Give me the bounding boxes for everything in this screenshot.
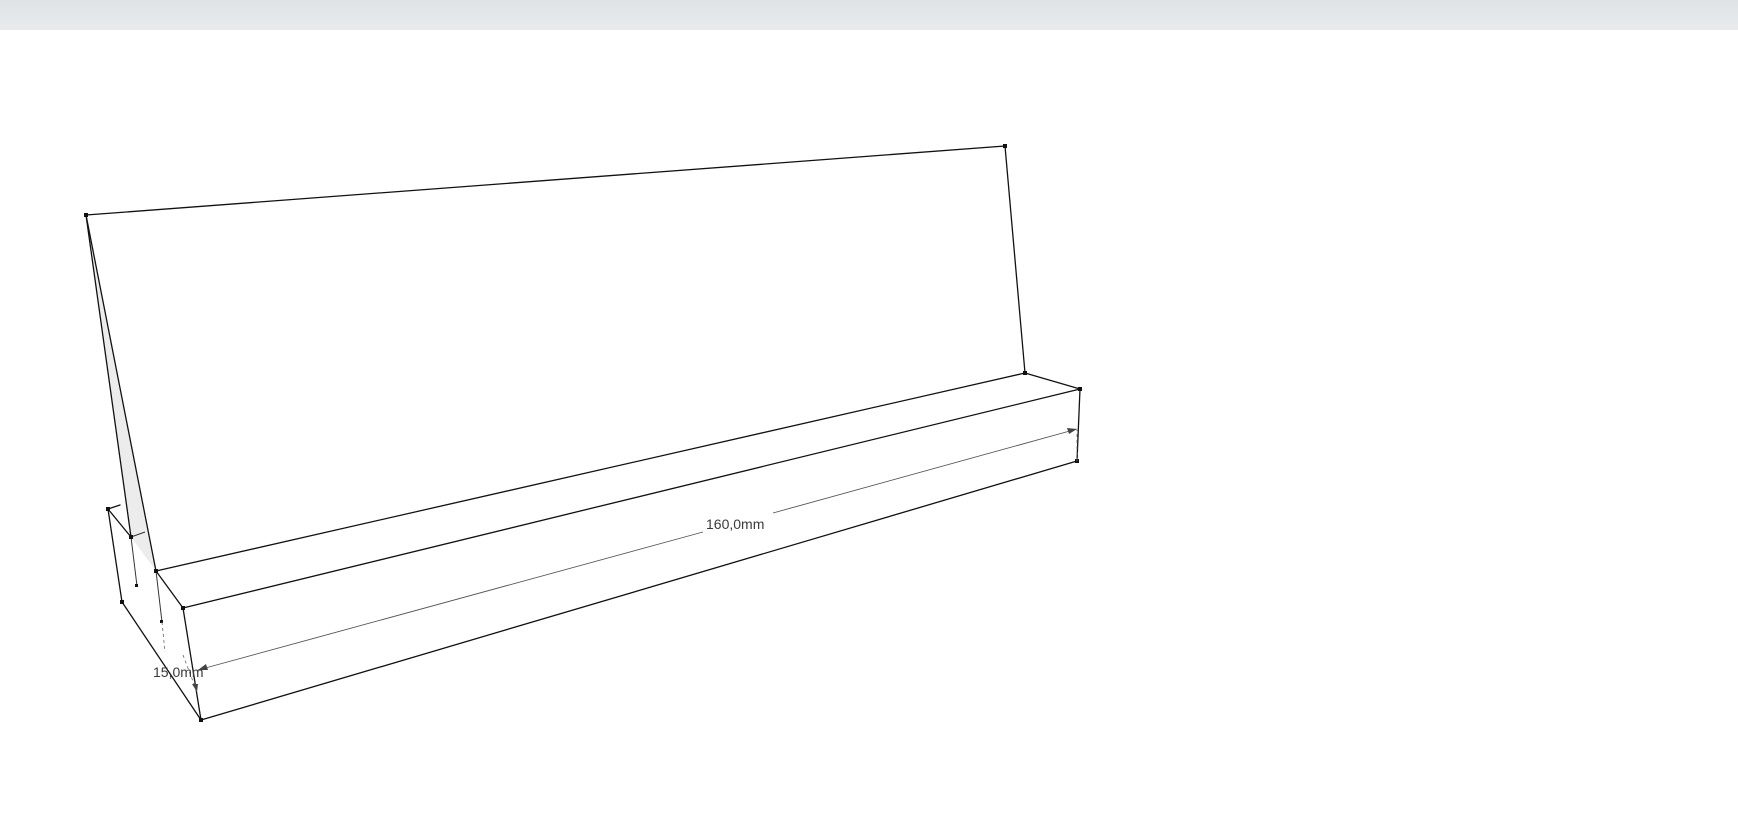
model-canvas[interactable]: 160,0mm 15,0mm xyxy=(0,30,1738,827)
thickness-dimension-label: 15,0mm xyxy=(153,664,204,680)
toolbar-strip xyxy=(0,0,1738,30)
modeling-viewport[interactable]: 160,0mm 15,0mm xyxy=(0,30,1738,827)
length-dimension-label: 160,0mm xyxy=(706,516,764,532)
sketchup-window: 160,0mm 15,0mm xyxy=(0,0,1738,827)
